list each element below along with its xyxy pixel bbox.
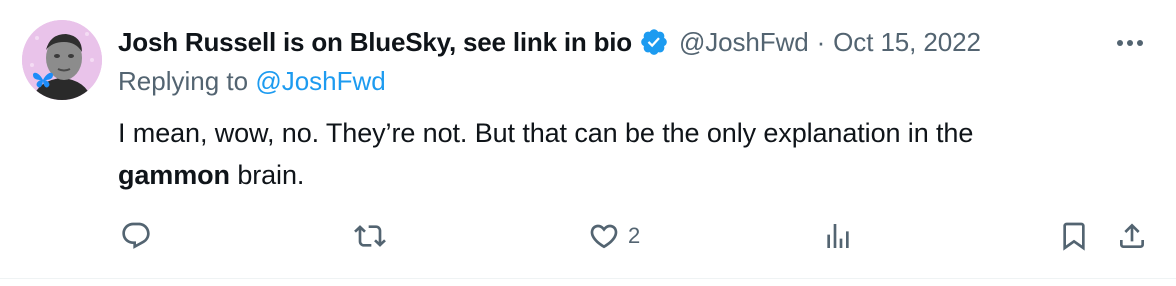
bottom-divider [0,278,1176,279]
replying-prefix: Replying to [118,66,249,96]
replying-handle-link[interactable]: @JoshFwd [255,66,385,96]
bookmark-button[interactable] [1058,216,1090,256]
tweet-text: I mean, wow, no. They’re not. But that c… [118,112,1138,196]
reply-icon [122,222,150,249]
author-name[interactable]: Josh Russell is on BlueSky, see link in … [118,27,632,58]
butterfly-icon [33,72,53,88]
replying-to: Replying to @JoshFwd [118,66,386,97]
meta-separator: · [816,26,826,57]
tweet-date[interactable]: Oct 15, 2022 [833,27,981,58]
author-handle[interactable]: @JoshFwd [679,27,809,58]
tweet-text-part1: I mean, wow, no. They’re not. But that c… [118,118,974,148]
retweet-button[interactable] [354,216,394,256]
share-icon [1120,223,1144,248]
verified-badge-icon [639,27,669,57]
tweet-actions: 2 [0,216,1176,256]
tweet-text-part2: brain. [229,160,305,190]
like-count: 2 [628,223,641,248]
reply-button[interactable] [120,216,160,256]
views-button[interactable] [822,216,862,256]
avatar[interactable] [22,20,102,100]
bookmark-icon [1063,222,1085,251]
retweet-icon [354,225,386,247]
share-button[interactable] [1116,216,1148,256]
tweet-text-bold: gammon [118,160,230,190]
tweet-header: Josh Russell is on BlueSky, see link in … [118,22,981,62]
views-icon [827,224,849,248]
like-icon [590,224,618,249]
like-button[interactable]: 2 [588,216,640,256]
more-icon[interactable] [1112,28,1148,58]
